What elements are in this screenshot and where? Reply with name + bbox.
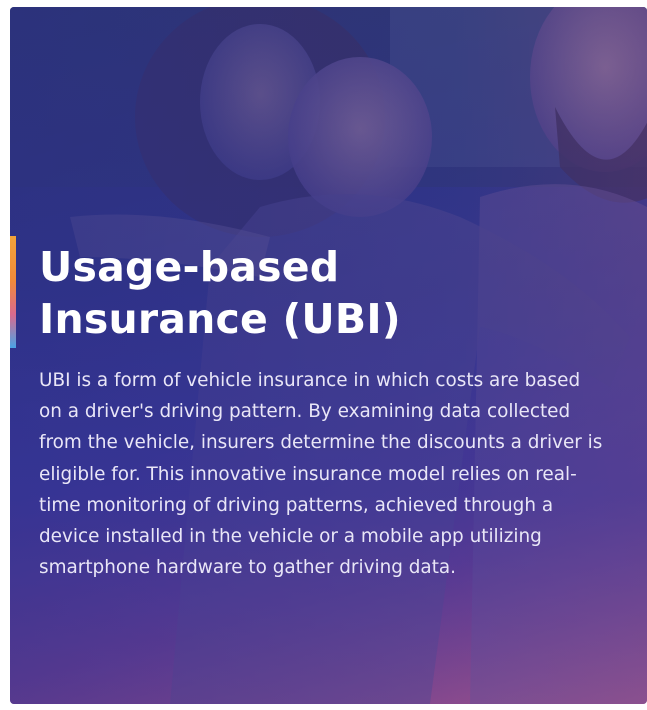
card-title-line-2: Insurance (UBI): [39, 295, 401, 343]
card-title-line-1: Usage-based: [39, 243, 340, 291]
card-content: Usage-based Insurance (UBI) UBI is a for…: [39, 241, 607, 583]
card-title: Usage-based Insurance (UBI): [39, 241, 607, 345]
card-description: UBI is a form of vehicle insurance in wh…: [39, 370, 603, 579]
ubi-card: Usage-based Insurance (UBI) UBI is a for…: [10, 7, 647, 704]
title-accent-bar: [10, 236, 16, 348]
